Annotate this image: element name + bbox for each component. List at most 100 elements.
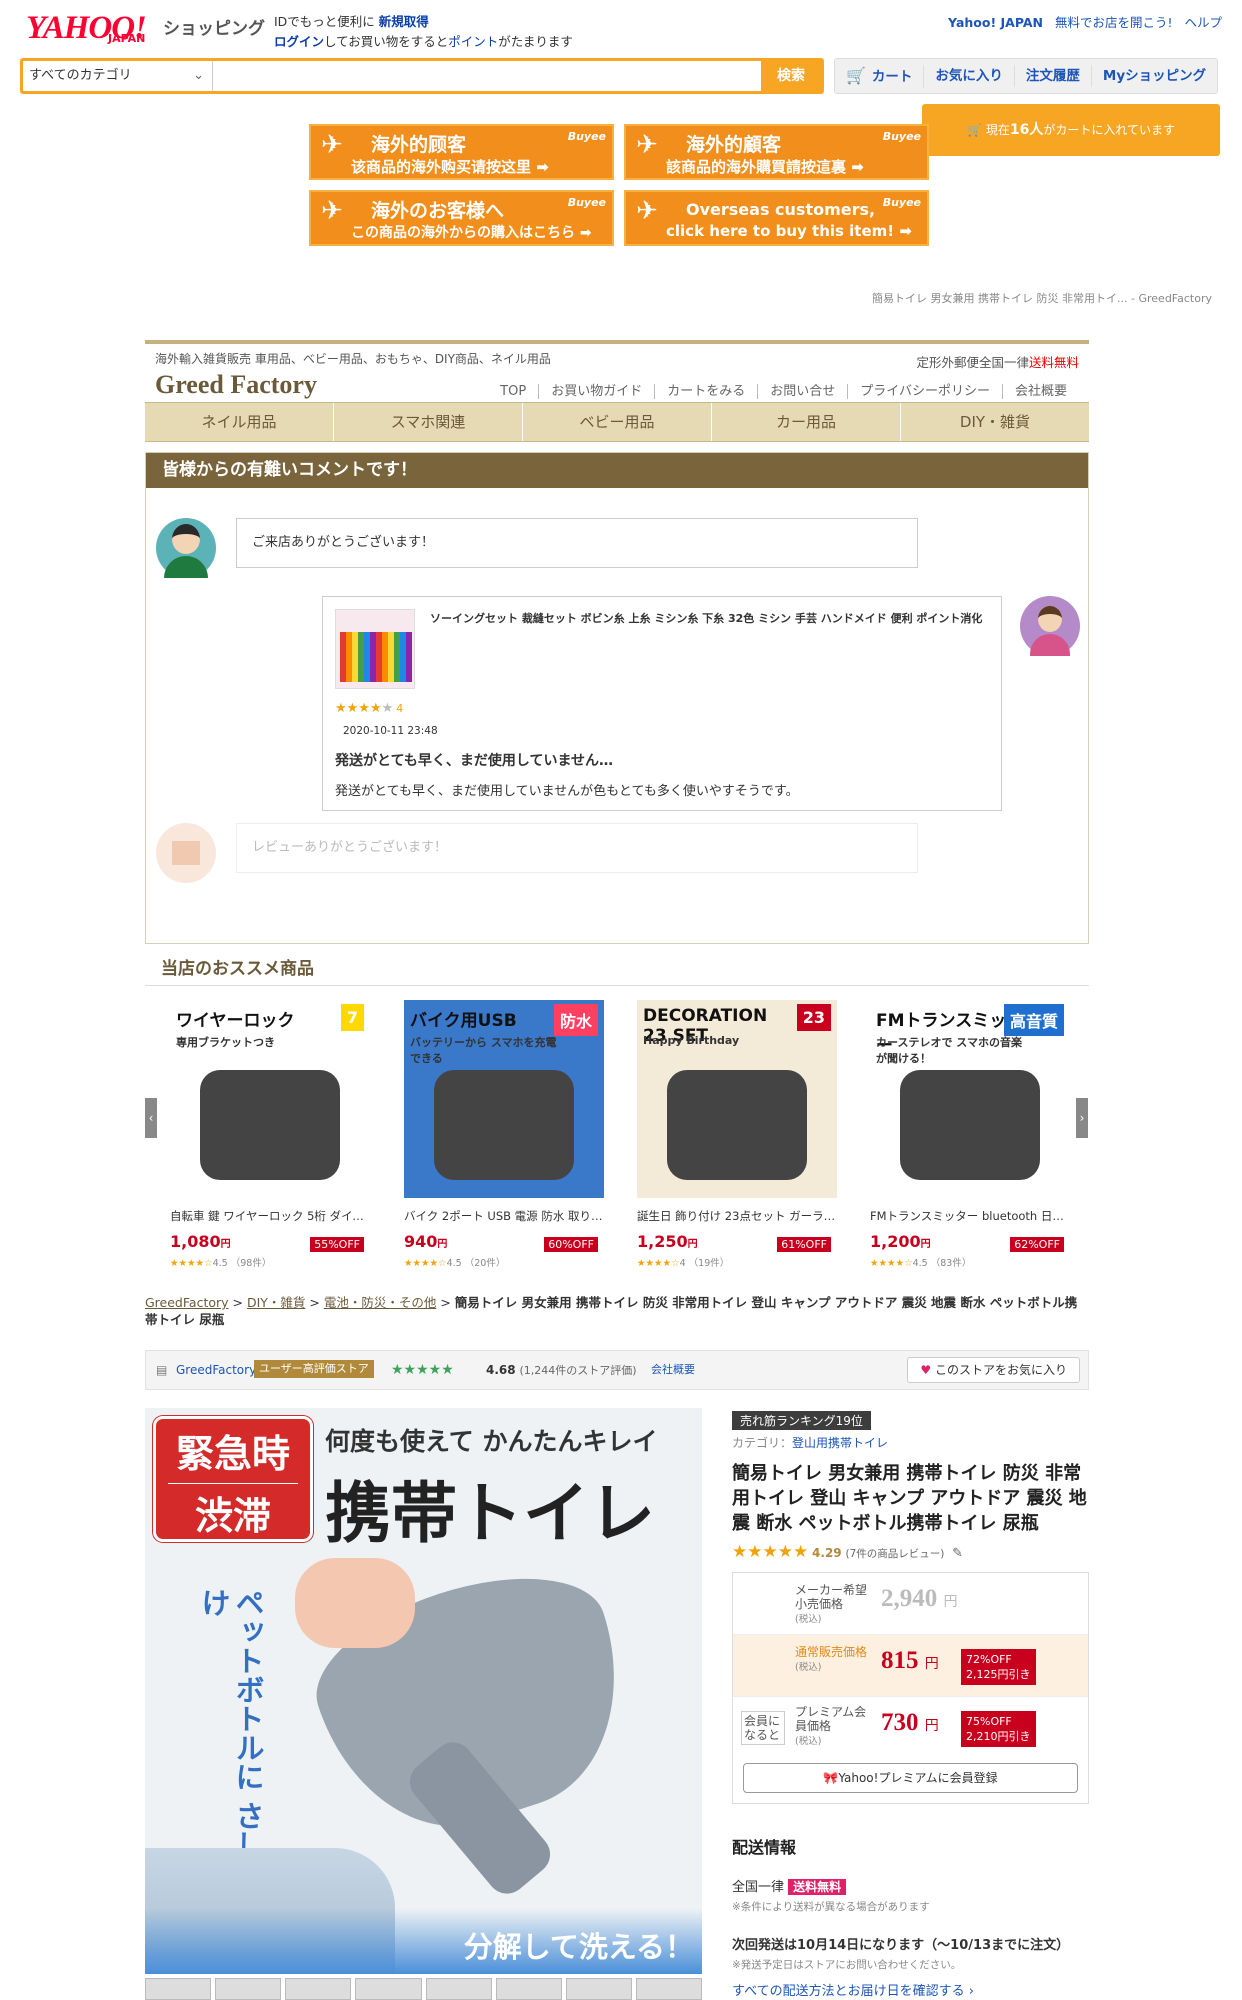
category-link[interactable]: 登山用携帯トイレ: [792, 1436, 888, 1450]
shipping-note: ※条件により送料が異なる場合があります: [732, 1901, 930, 1913]
maker-price: 2,940 円: [881, 1585, 958, 1612]
recommended-item-image[interactable]: DECORATION 23 SET Happy Birthday 23: [637, 1000, 837, 1198]
product-main-image[interactable]: 緊急時 渋滞 何度も使えて かんたんキレイ 携帯トイレ ペットボトルに さしこむ…: [145, 1408, 702, 1974]
search-input[interactable]: [215, 63, 755, 89]
review-product-thumbnail[interactable]: [335, 609, 415, 689]
breadcrumb-diy[interactable]: DIY・雑貨: [247, 1295, 305, 1310]
recommended-item-name[interactable]: FMトランスミッター bluetooth 日本語説...: [870, 1208, 1070, 1224]
recommended-item-image[interactable]: FMトランスミッター カーステレオで スマホの音楽が聞ける！ 高音質: [870, 1000, 1070, 1198]
store-category-nail[interactable]: ネイル用品: [145, 403, 334, 441]
recommended-item[interactable]: DECORATION 23 SET Happy Birthday 23 誕生日 飾り付…: [637, 1000, 837, 1269]
recommended-item[interactable]: FMトランスミッター カーステレオで スマホの音楽が聞ける！ 高音質 FMトランスミッ…: [870, 1000, 1070, 1269]
store-category-smartphone[interactable]: スマホ関連: [334, 403, 523, 441]
thumbnail[interactable]: [355, 1978, 422, 2000]
thumbnail[interactable]: [635, 1978, 702, 2000]
breadcrumb-store[interactable]: GreedFactory: [145, 1295, 229, 1310]
normal-price-row: 通常販売価格 (税込) 815 円 72%OFF 2,125円引き: [733, 1635, 1088, 1697]
carousel-prev-button[interactable]: ‹: [145, 1098, 157, 1138]
recommended-item-image[interactable]: ワイヤーロック 専用ブラケットつき 7: [170, 1000, 370, 1198]
store-link-guide[interactable]: お買い物ガイド: [538, 384, 655, 399]
overseas-banner-zh-tw[interactable]: ✈ 海外的顧客 該商品的海外購買請按這裏 ➡ Buyee: [624, 124, 929, 180]
store-description: 海外輸入雑貨販売 車用品、ベビー用品、おもちゃ、DIY商品、ネイル用品: [155, 352, 551, 366]
review-product-name[interactable]: ソーイングセット 裁縫セット ボビン糸 上糸 ミシン糸 下糸 32色 ミシン 手…: [430, 611, 990, 627]
recommended-item-name[interactable]: 自転車 鍵 ワイヤーロック 5桁 ダイヤル式 ...: [170, 1208, 370, 1224]
thumbnail[interactable]: [565, 1978, 632, 2000]
review-date: 2020-10-11 23:48: [343, 725, 438, 737]
recommended-item-name[interactable]: 誕生日 飾り付け 23点セット ガーランド...: [637, 1208, 837, 1224]
top-breadcrumb[interactable]: 簡易トイレ 男女兼用 携帯トイレ 防災 非常用トイ... - GreedFact…: [872, 290, 1212, 306]
help-link[interactable]: ヘルプ: [1184, 15, 1222, 30]
price-box: メーカー希望小売価格 (税込) 2,940 円 通常販売価格 (税込) 815 円 …: [732, 1572, 1089, 1804]
store-link-company[interactable]: 会社概要: [1001, 384, 1079, 399]
store-name-link[interactable]: GreedFactory: [176, 1351, 256, 1389]
recommended-item[interactable]: ワイヤーロック専用ブラケットつき 7 自転車 鍵 ワイヤーロック 5桁 ダイヤル式 …: [170, 1000, 370, 1269]
thumbnail[interactable]: [425, 1978, 492, 2000]
recommended-item-name[interactable]: バイク 2ポート USB 電源 防水 取り付け...: [404, 1208, 604, 1224]
thumbnail[interactable]: [285, 1978, 352, 2000]
overseas-banner-ja[interactable]: ✈ 海外のお客様へ この商品の海外からの購入はこちら ➡ Buyee: [309, 190, 614, 246]
rating-stars: ★★★★: [335, 701, 382, 716]
store-score[interactable]: 4.68 (1,244件のストア評価): [486, 1351, 637, 1390]
overseas-banner-en[interactable]: ✈ Overseas customers, click here to buy …: [624, 190, 929, 246]
premium-price-row: 会員になると プレミアム会員価格 (税込) 730 円 75%OFF 2,210円引…: [733, 1697, 1088, 1755]
carousel-next-button[interactable]: ›: [1076, 1098, 1088, 1138]
store-info-bar: ▤ GreedFactory ユーザー高評価ストア ★★★★★ 4.68 (1,…: [145, 1350, 1089, 1390]
comments-title: 皆様からの有難いコメントです！: [146, 453, 1088, 488]
airplane-icon: ✈: [321, 130, 343, 160]
product-title: 簡易トイレ 男女兼用 携帯トイレ 防災 非常用トイレ 登山 キャンプ アウトドア…: [732, 1463, 1087, 1534]
shipping-methods-link[interactable]: すべての配送方法とお届け日を確認する ›: [732, 1980, 1089, 1999]
breadcrumb-battery[interactable]: 電池・防災・その他: [324, 1295, 437, 1310]
premium-signup-button[interactable]: 🎀Yahoo!プレミアムに会員登録: [743, 1763, 1078, 1793]
store-category-diy[interactable]: DIY・雑貨: [901, 403, 1089, 441]
review-title: 発送がとても早く、まだ使用していません…: [335, 753, 614, 769]
search-button[interactable]: 検索: [761, 61, 821, 91]
my-shopping-button[interactable]: Myショッピング: [1092, 65, 1217, 87]
item-banner-sub: バッテリーから スマホを充電できる: [410, 1036, 557, 1065]
store-name[interactable]: Greed Factory: [155, 370, 317, 400]
favorite-store-button[interactable]: ♥ このストアをお気に入り: [907, 1357, 1080, 1383]
shopping-logo[interactable]: ショッピング: [163, 14, 265, 39]
signup-link[interactable]: 新規取得: [379, 14, 429, 29]
store-rating-stars: ★★★★★: [391, 1362, 454, 1378]
store-category-car[interactable]: カー用品: [712, 403, 901, 441]
thumbnail[interactable]: [495, 1978, 562, 2000]
review-body: 発送がとても早く、まだ使用していませんが色もとても多く使いやすそうです。: [335, 784, 799, 799]
edit-icon[interactable]: ✎: [952, 1546, 963, 1561]
store-link-contact[interactable]: お問い合せ: [757, 384, 848, 399]
gift-icon: 🎀: [823, 1771, 839, 1785]
item-photo: [667, 1070, 807, 1180]
item-badge: 高音質: [1003, 1004, 1064, 1036]
recommended-item-rating: ★★★★☆4.5 （98件）: [170, 1258, 272, 1269]
search-category-select[interactable]: すべてのカテゴリ ⌄: [23, 61, 213, 91]
store-icon: ▤: [156, 1363, 168, 1377]
recommended-item-image[interactable]: バイク用USB バッテリーから スマホを充電できる 防水: [404, 1000, 604, 1198]
item-photo: [900, 1070, 1040, 1180]
point-link[interactable]: ポイント: [448, 34, 498, 49]
company-info-link[interactable]: 会社概要: [651, 1351, 695, 1389]
thumbnail[interactable]: [145, 1978, 212, 2000]
recommended-item[interactable]: バイク用USB バッテリーから スマホを充電できる 防水 バイク 2ポート USB 電…: [404, 1000, 604, 1269]
favorites-button[interactable]: お気に入り: [924, 65, 1015, 87]
cart-button[interactable]: 🛒 カート: [835, 64, 925, 88]
store-link-top[interactable]: TOP: [488, 384, 538, 399]
review-rating: ★★★★★ 4: [335, 701, 404, 716]
product-review-summary[interactable]: ★★★★★ 4.29 (7件の商品レビュー) ✎: [732, 1542, 1089, 1562]
order-history-button[interactable]: 注文履歴: [1015, 65, 1092, 87]
shop-greeting-bubble: ご来店ありがとうございます！: [236, 518, 918, 568]
recommended-item-discount: 60%OFF: [544, 1237, 598, 1252]
store-category-baby[interactable]: ベビー用品: [523, 403, 712, 441]
thumbnail[interactable]: [215, 1978, 282, 2000]
overseas-banner-zh-cn[interactable]: ✈ 海外的顾客 该商品的海外购买请按这里 ➡ Buyee: [309, 124, 614, 180]
item-banner: バイク用USB: [410, 1011, 517, 1031]
recommended-item-discount: 55%OFF: [310, 1237, 364, 1252]
cart-count-popup: 🛒 現在16人がカートに入れています: [922, 104, 1220, 156]
open-store-link[interactable]: 無料でお店を開こう!: [1055, 15, 1173, 30]
store-link-cart[interactable]: カートをみる: [654, 384, 758, 399]
yahoo-japan-link[interactable]: Yahoo! JAPAN: [948, 15, 1043, 30]
breadcrumb: GreedFactory > DIY・雑貨 > 電池・防災・その他 > 簡易トイ…: [145, 1295, 1078, 1327]
item-photo: [200, 1070, 340, 1180]
store-link-privacy[interactable]: プライバシーポリシー: [847, 384, 1002, 399]
review-bubble: ソーイングセット 裁縫セット ボビン糸 上糸 ミシン糸 下糸 32色 ミシン 手…: [322, 596, 1002, 811]
ranking-badge[interactable]: 売れ筋ランキング19位: [732, 1411, 871, 1430]
login-link[interactable]: ログイン: [274, 34, 324, 49]
